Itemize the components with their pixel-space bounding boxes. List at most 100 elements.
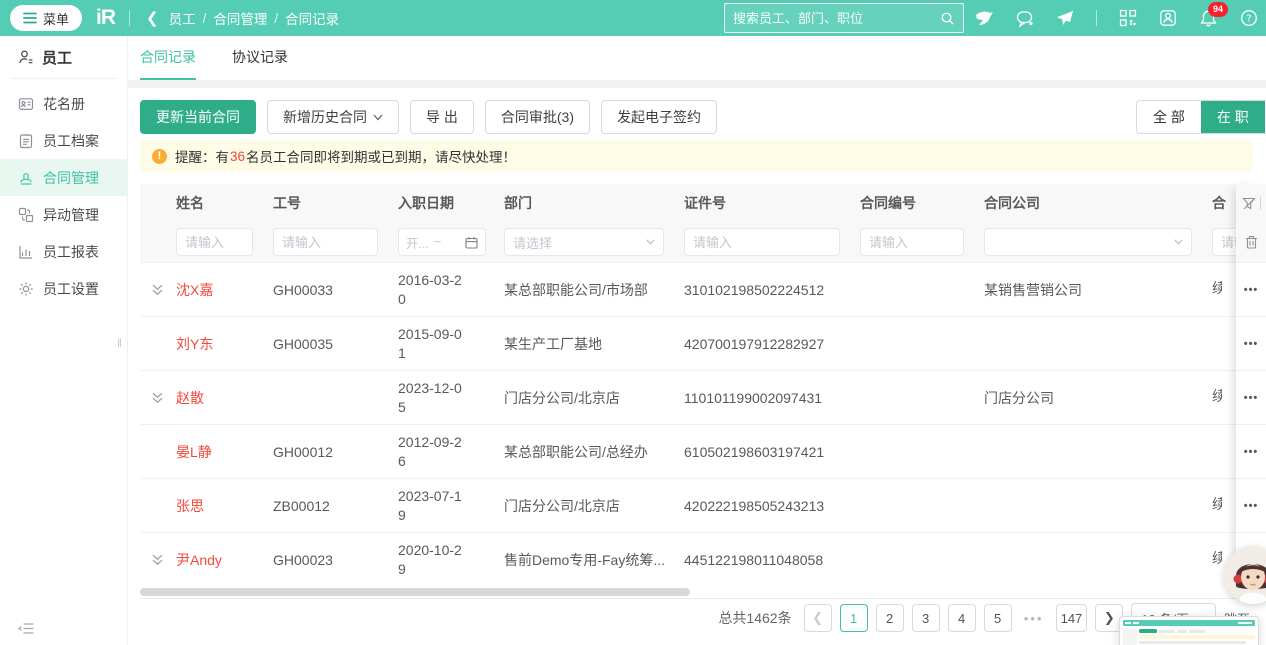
employee-name-link[interactable]: 张思	[168, 496, 265, 516]
filter-date-range[interactable]: 开... ~	[398, 228, 486, 256]
svg-text:?: ?	[1246, 14, 1251, 25]
row-more-actions-button[interactable]: •••	[1236, 370, 1266, 424]
table-row[interactable]: 晏L静 GH00012 2012-09-26 某总部职能公司/总经办 61050…	[140, 424, 1266, 478]
row-more-actions-button[interactable]: •••	[1236, 478, 1266, 532]
filter-id-no-input[interactable]	[684, 228, 840, 256]
sidebar-divider	[10, 78, 117, 79]
page-button[interactable]: 147	[1056, 604, 1088, 632]
app-logo[interactable]: iR	[96, 6, 115, 30]
hire-date-cell: 2016-03-20	[390, 271, 496, 309]
sidebar-title: 员工	[0, 36, 127, 78]
breadcrumb-item[interactable]: 员工	[169, 8, 196, 28]
breadcrumb-item[interactable]: 合同管理	[213, 8, 267, 28]
page-button[interactable]: 5	[984, 604, 1012, 632]
sidebar-item-employee-settings[interactable]: 员工设置	[0, 270, 127, 307]
dept-cell: 售前Demo专用-Fay统筹...	[496, 550, 676, 570]
employee-name-link[interactable]: 赵散	[168, 388, 265, 408]
send-icon[interactable]	[1056, 10, 1074, 26]
expand-row-icon[interactable]	[140, 284, 168, 296]
employee-icon	[18, 49, 34, 65]
employee-name-link[interactable]: 沈X嘉	[168, 280, 265, 300]
table-row[interactable]: 尹Andy GH00023 2020-10-29 售前Demo专用-Fay统筹.…	[140, 532, 1266, 580]
hire-date-cell: 2023-07-19	[390, 487, 496, 525]
sidebar-item-employee-files[interactable]: 员工档案	[0, 122, 127, 159]
page-preview-thumbnail[interactable]	[1119, 616, 1259, 645]
contract-approval-button[interactable]: 合同审批(3)	[485, 100, 590, 134]
segment-active[interactable]: 在 职	[1201, 101, 1265, 133]
chart-icon	[18, 244, 34, 260]
horizontal-scrollbar-thumb[interactable]	[140, 588, 690, 596]
page-button[interactable]: 1	[840, 604, 868, 632]
menu-button[interactable]: 菜单	[10, 5, 82, 31]
tab-agreement-records[interactable]: 协议记录	[232, 36, 288, 80]
search-input[interactable]	[725, 11, 940, 26]
total-count-label: 总共1462条	[718, 608, 791, 628]
expand-row-icon[interactable]	[140, 554, 168, 566]
row-more-actions-button[interactable]: •••	[1236, 424, 1266, 478]
breadcrumb-item[interactable]: 合同记录	[285, 8, 339, 28]
id-no-cell: 610502198603197421	[676, 444, 852, 460]
col-contract-company: 合同公司	[976, 193, 1204, 213]
row-more-actions-button[interactable]: •••	[1236, 262, 1266, 316]
dept-cell: 门店分公司/北京店	[496, 388, 676, 408]
page-button[interactable]: 2	[876, 604, 904, 632]
row-more-actions-button[interactable]: •••	[1236, 316, 1266, 370]
table-row[interactable]: 赵散 2023-12-05 门店分公司/北京店 1101011990020974…	[140, 370, 1266, 424]
filter-emp-no-input[interactable]	[273, 228, 378, 256]
add-history-contract-button[interactable]: 新增历史合同	[267, 100, 399, 134]
col-id-no: 证件号	[676, 193, 852, 213]
id-no-cell: 420700197912282927	[676, 336, 852, 352]
qr-code-icon[interactable]	[1119, 9, 1137, 27]
table-row[interactable]: 刘Y东 GH00035 2015-09-01 某生产工厂基地 420700197…	[140, 316, 1266, 370]
app-window: 菜单 iR ❮ 员工 / 合同管理 / 合同记录	[0, 0, 1266, 645]
thumbnail-sidebar	[1123, 628, 1137, 645]
table-filter-row: 开... ~ 请选择	[140, 222, 1266, 262]
start-esign-button[interactable]: 发起电子签约	[601, 100, 717, 134]
employee-name-link[interactable]: 刘Y东	[168, 334, 265, 354]
help-icon[interactable]: ?	[1240, 9, 1258, 27]
page-button[interactable]: 4	[948, 604, 976, 632]
chevron-down-icon	[646, 239, 655, 245]
trash-icon[interactable]	[1245, 235, 1258, 249]
export-button[interactable]: 导 出	[410, 100, 474, 134]
more-pages-ellipsis[interactable]: •••	[1020, 604, 1048, 632]
employee-name-link[interactable]: 晏L静	[168, 442, 265, 462]
global-search[interactable]	[724, 3, 964, 33]
dingtalk-bird-icon[interactable]	[975, 10, 994, 27]
ops-divider	[1260, 196, 1261, 210]
filter-funnel-icon[interactable]	[1242, 197, 1256, 210]
emp-no-cell: ZB00012	[265, 498, 390, 514]
sidebar-item-employee-reports[interactable]: 员工报表	[0, 233, 127, 270]
segment-all[interactable]: 全 部	[1137, 101, 1201, 133]
company-cell: 门店分公司	[976, 388, 1204, 408]
id-no-cell: 420222198505243213	[676, 498, 852, 514]
filter-company-select[interactable]	[984, 228, 1192, 256]
sidebar-collapse-icon[interactable]	[18, 622, 34, 635]
sidebar-item-contract-management[interactable]: 合同管理	[0, 159, 127, 196]
emp-no-cell: GH00012	[265, 444, 390, 460]
col-hire-date: 入职日期	[390, 193, 496, 213]
top-bar: 菜单 iR ❮ 员工 / 合同管理 / 合同记录	[0, 0, 1266, 36]
alert-count: 36	[230, 149, 245, 164]
update-current-contract-button[interactable]: 更新当前合同	[140, 100, 256, 134]
contacts-icon[interactable]	[1159, 9, 1177, 27]
expiry-alert: ! 提醒：有 36 名员工合同即将到期或已到期，请尽快处理！	[140, 140, 1253, 172]
table-row[interactable]: 张思 ZB00012 2023-07-19 门店分公司/北京店 42022219…	[140, 478, 1266, 532]
topbar-icon-group: 94 ?	[975, 0, 1258, 36]
sidebar-item-roster[interactable]: 花名册	[0, 85, 127, 122]
col-name: 姓名	[168, 193, 265, 213]
back-button[interactable]: ❮	[146, 9, 159, 27]
notifications-bell-icon[interactable]: 94	[1199, 9, 1218, 28]
sidebar-resize-handle[interactable]: ‖	[117, 336, 123, 350]
prev-page-button[interactable]: ❮	[804, 604, 832, 632]
expand-row-icon[interactable]	[140, 392, 168, 404]
filter-dept-select[interactable]: 请选择	[504, 228, 664, 256]
table-row[interactable]: 沈X嘉 GH00033 2016-03-20 某总部职能公司/市场部 31010…	[140, 262, 1266, 316]
tab-contract-records[interactable]: 合同记录	[140, 36, 196, 80]
page-button[interactable]: 3	[912, 604, 940, 632]
filter-name-input[interactable]	[176, 228, 253, 256]
chat-icon[interactable]	[1016, 10, 1034, 27]
sidebar-item-transfer-management[interactable]: 异动管理	[0, 196, 127, 233]
filter-contract-no-input[interactable]	[860, 228, 964, 256]
employee-name-link[interactable]: 尹Andy	[168, 550, 265, 570]
